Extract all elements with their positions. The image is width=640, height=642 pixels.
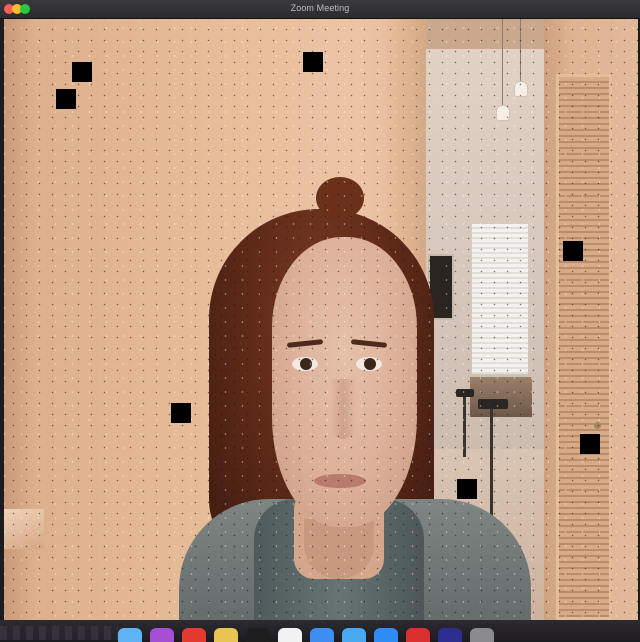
occlusion-square — [303, 52, 323, 72]
occlusion-square — [56, 89, 76, 109]
image-noise-overlay — [4, 19, 638, 620]
participant-video[interactable] — [4, 19, 638, 620]
occlusion-square — [563, 241, 583, 261]
occlusion-square — [457, 479, 477, 499]
window-titlebar: Zoom Meeting — [0, 0, 640, 19]
window-title: Zoom Meeting — [290, 3, 350, 13]
occlusion-square — [72, 62, 92, 82]
occlusion-square — [580, 434, 600, 454]
occlusion-square — [171, 403, 191, 423]
dock-left-area — [0, 626, 118, 640]
